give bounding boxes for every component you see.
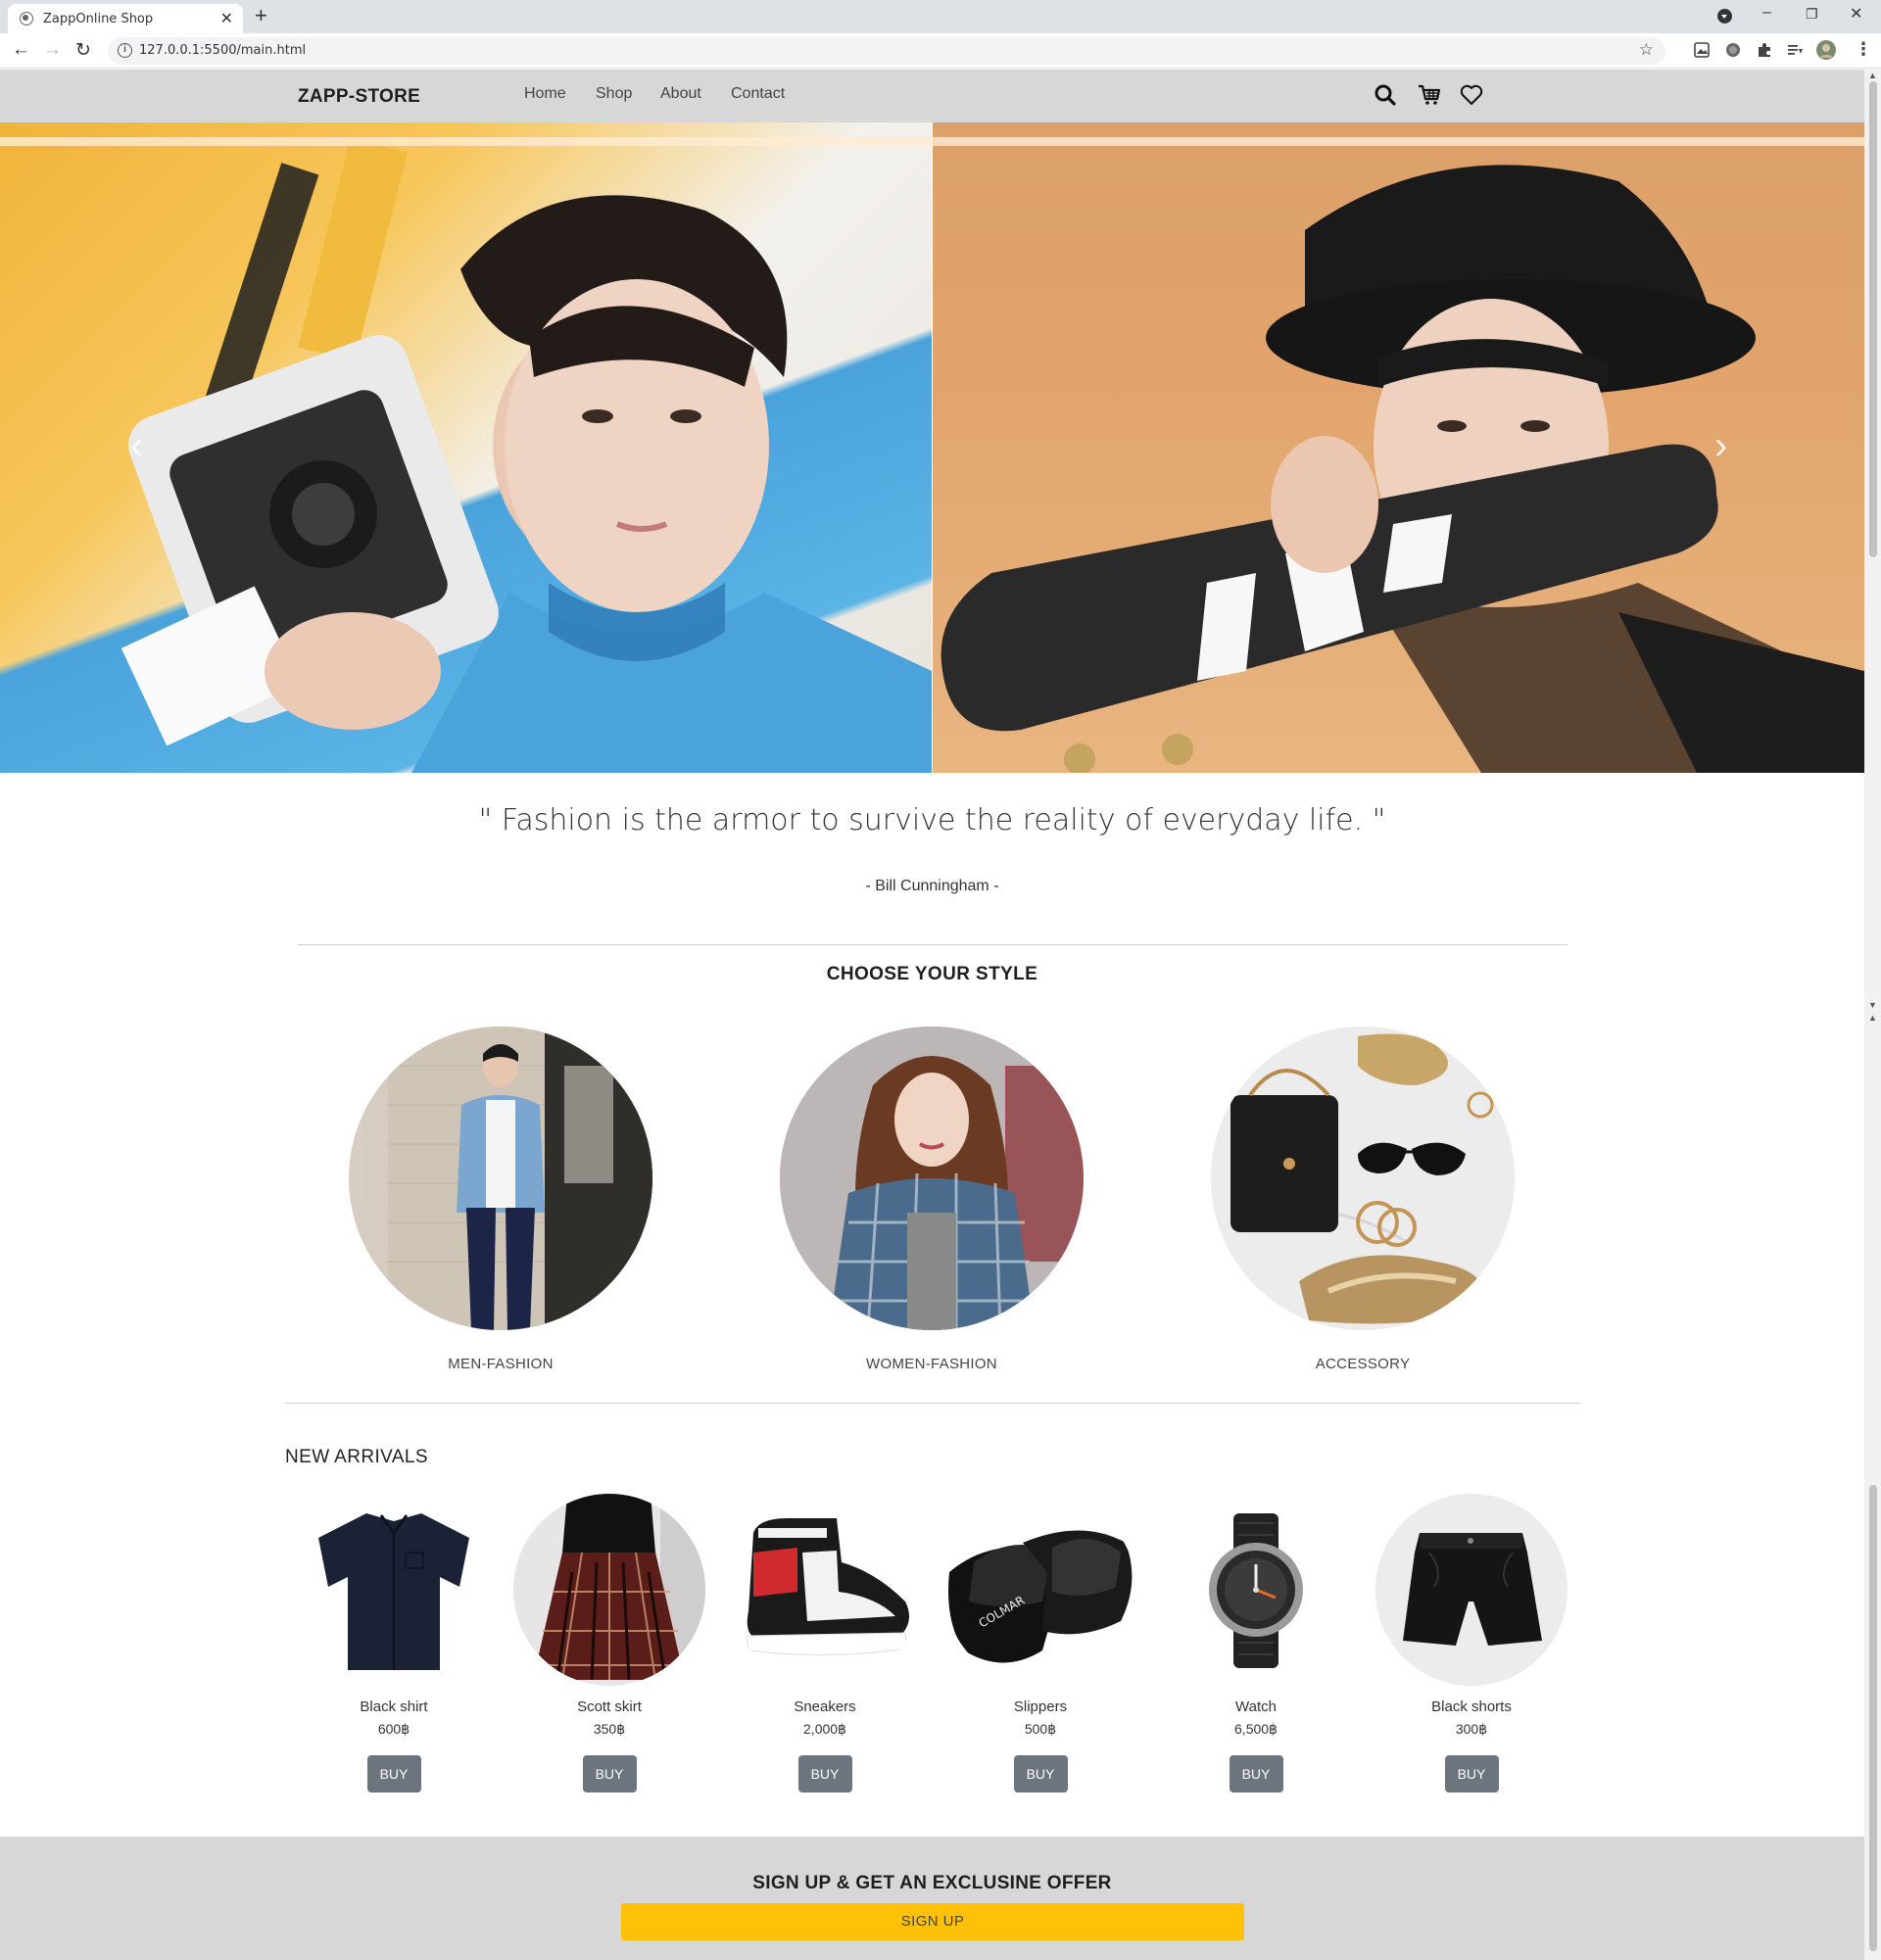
reading-list-icon[interactable] xyxy=(1786,41,1804,59)
product-name: Sneakers xyxy=(794,1698,856,1715)
style-card-men[interactable]: MEN-FASHION xyxy=(349,1027,652,1372)
men-fashion-image[interactable] xyxy=(349,1027,652,1330)
browser-menu-icon[interactable]: ⋮ xyxy=(1855,39,1872,60)
product-price: 300฿ xyxy=(1455,1721,1488,1737)
back-arrow-icon[interactable]: ← xyxy=(12,39,30,61)
product-price: 350฿ xyxy=(593,1721,626,1737)
brand-logo[interactable]: ZAPP-STORE xyxy=(298,86,420,108)
search-icon[interactable] xyxy=(1373,82,1398,108)
divider xyxy=(285,1403,1580,1404)
product-card: Black shirt 600฿ BUY xyxy=(296,1494,492,1793)
style-card-accessory[interactable]: ACCESSORY xyxy=(1211,1027,1515,1372)
puzzle-icon[interactable] xyxy=(1756,41,1773,59)
product-image-sneakers[interactable] xyxy=(729,1494,921,1686)
page-scrollbar[interactable]: ▲ ▼ ▲ xyxy=(1864,70,1881,1960)
product-price: 6,500฿ xyxy=(1234,1721,1278,1737)
reload-icon[interactable]: ↻ xyxy=(75,39,91,62)
hero-carousel: ‹ › xyxy=(0,122,1864,773)
product-name: Black shirt xyxy=(360,1698,428,1715)
style-label-accessory[interactable]: ACCESSORY xyxy=(1211,1356,1515,1372)
product-price: 600฿ xyxy=(377,1721,410,1737)
signup-button[interactable]: SIGN UP xyxy=(621,1903,1244,1940)
product-card: Watch 6,500฿ BUY xyxy=(1158,1494,1354,1793)
style-section-title: CHOOSE YOUR STYLE xyxy=(826,964,1038,984)
carousel-prev-icon[interactable]: ‹ xyxy=(130,424,143,468)
women-fashion-image[interactable] xyxy=(780,1027,1084,1330)
scroll-down-icon[interactable]: ▼ xyxy=(1868,1000,1877,1010)
heart-icon[interactable] xyxy=(1459,82,1484,108)
cart-icon[interactable] xyxy=(1417,82,1442,108)
fashion-quote: " Fashion is the armor to survive the re… xyxy=(478,803,1386,837)
tab-close-icon[interactable]: ✕ xyxy=(220,9,233,28)
buy-button[interactable]: BUY xyxy=(582,1755,637,1793)
style-label-men[interactable]: MEN-FASHION xyxy=(349,1356,652,1372)
nav-about[interactable]: About xyxy=(660,85,701,103)
new-tab-button[interactable]: + xyxy=(255,3,267,28)
buy-button[interactable]: BUY xyxy=(1444,1755,1499,1793)
divider xyxy=(298,944,1568,945)
restore-button[interactable]: ❐ xyxy=(1806,6,1818,23)
style-card-women[interactable]: WOMEN-FASHION xyxy=(780,1027,1084,1372)
tab-title: ZappOnline Shop xyxy=(43,12,154,26)
hero-top-band xyxy=(0,137,1864,146)
browser-tab-bar: ZappOnline Shop ✕ + – ❐ ✕ xyxy=(0,0,1881,33)
style-label-women[interactable]: WOMEN-FASHION xyxy=(780,1356,1084,1372)
product-image-watch[interactable] xyxy=(1160,1494,1352,1686)
profile-avatar-icon[interactable] xyxy=(1815,39,1837,61)
scroll-thumb[interactable] xyxy=(1869,1485,1877,1951)
arrivals-section-title: NEW ARRIVALS xyxy=(285,1447,428,1467)
image-icon[interactable] xyxy=(1693,41,1711,59)
tab-search-icon[interactable] xyxy=(1717,9,1732,24)
buy-button[interactable]: BUY xyxy=(1229,1755,1283,1793)
product-image-black-shorts[interactable] xyxy=(1375,1494,1568,1686)
accessory-image[interactable] xyxy=(1211,1027,1515,1330)
product-name: Black shorts xyxy=(1431,1698,1512,1715)
product-price: 2,000฿ xyxy=(803,1721,846,1737)
nav-contact[interactable]: Contact xyxy=(731,85,785,103)
product-card: Black shorts 300฿ BUY xyxy=(1374,1494,1569,1793)
scroll-thumb[interactable] xyxy=(1869,81,1877,557)
buy-button[interactable]: BUY xyxy=(797,1755,852,1793)
site-header: ZAPP-STORE Home Shop About Contact xyxy=(0,70,1864,122)
product-price: 500฿ xyxy=(1024,1721,1057,1737)
bookmark-star-icon[interactable]: ☆ xyxy=(1639,40,1654,60)
product-image-black-shirt[interactable] xyxy=(298,1494,490,1686)
browser-toolbar: ← → ↻ i 127.0.0.1:5500/main.html ☆ ⋮ xyxy=(0,33,1881,69)
product-name: Watch xyxy=(1235,1698,1277,1715)
nav-shop[interactable]: Shop xyxy=(596,85,632,103)
product-card: Scott skirt 350฿ BUY xyxy=(511,1494,707,1793)
globe-icon xyxy=(20,12,33,25)
buy-button[interactable]: BUY xyxy=(366,1755,421,1793)
url-text[interactable]: 127.0.0.1:5500/main.html xyxy=(139,43,306,58)
forward-arrow-icon[interactable]: → xyxy=(43,39,62,61)
carousel-next-icon[interactable]: › xyxy=(1714,424,1727,468)
quote-author: - Bill Cunningham - xyxy=(865,878,999,894)
window-close-button[interactable]: ✕ xyxy=(1850,4,1862,24)
scroll-up-icon[interactable]: ▲ xyxy=(1868,1013,1877,1023)
product-name: Scott skirt xyxy=(577,1698,642,1715)
minimize-button[interactable]: – xyxy=(1762,4,1771,22)
browser-tab[interactable]: ZappOnline Shop ✕ xyxy=(8,4,243,33)
product-image-slippers[interactable]: COLMAR xyxy=(944,1494,1136,1686)
info-icon[interactable]: i xyxy=(118,43,132,58)
product-image-scott-skirt[interactable] xyxy=(513,1494,705,1686)
extension-globe-icon[interactable] xyxy=(1724,41,1742,59)
product-card: Sneakers 2,000฿ BUY xyxy=(727,1494,923,1793)
signup-section: SIGN UP & GET AN EXCLUSINE OFFER SIGN UP xyxy=(0,1837,1864,1960)
product-card: COLMAR Slippers 500฿ BUY xyxy=(942,1494,1138,1793)
address-bar[interactable]: i 127.0.0.1:5500/main.html ☆ xyxy=(108,37,1665,65)
product-name: Slippers xyxy=(1013,1698,1068,1715)
scroll-up-icon[interactable]: ▲ xyxy=(1868,71,1877,80)
buy-button[interactable]: BUY xyxy=(1013,1755,1068,1793)
nav-home[interactable]: Home xyxy=(524,85,566,103)
signup-title: SIGN UP & GET AN EXCLUSINE OFFER xyxy=(752,1873,1112,1893)
